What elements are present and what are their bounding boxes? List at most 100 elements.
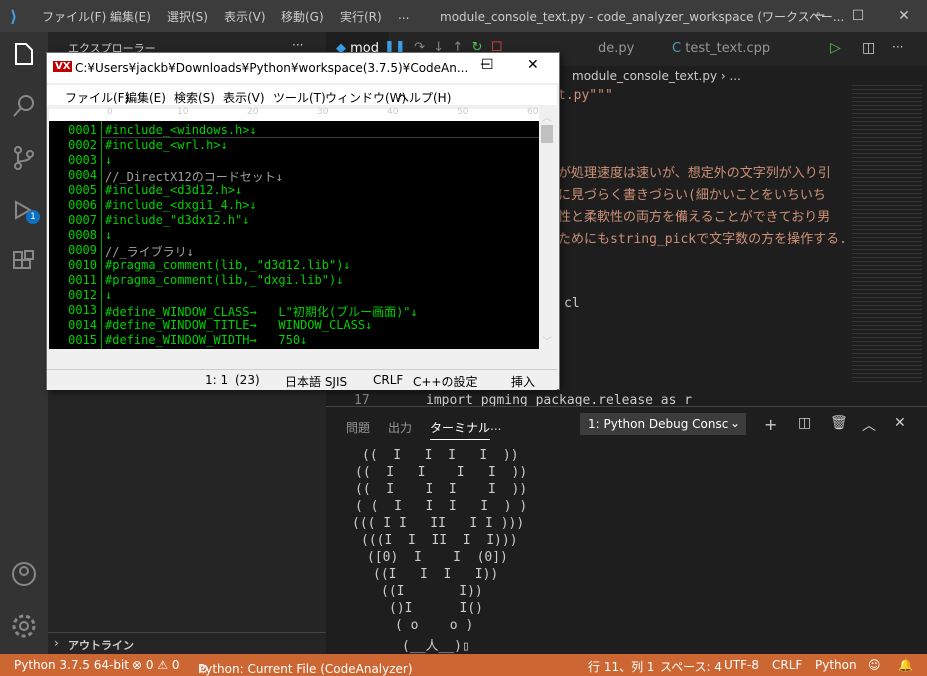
settings-gear-icon[interactable]	[10, 612, 38, 640]
editor-more-icon[interactable]: ···	[892, 40, 903, 54]
vertical-scrollbar[interactable]: ︿ ﹀	[539, 109, 555, 349]
outline-label: アウトライン	[68, 639, 134, 652]
ruler-label: 0	[107, 107, 113, 117]
kill-terminal-icon[interactable]: 🗑	[830, 415, 848, 431]
line-number: 0002	[68, 138, 97, 152]
line-number: 0005	[68, 183, 97, 197]
tab-problems[interactable]: 問題	[346, 419, 370, 436]
terminal-select[interactable]: 1: Python Debug Consc ⌄	[580, 413, 746, 435]
console-restore-icon[interactable]: ☐	[481, 57, 494, 73]
terminal-line: (( I I I I ))	[355, 465, 528, 480]
terminal-line: ()I I()	[389, 601, 483, 616]
terminal-line: ( o o )	[395, 618, 474, 633]
app-logo-icon: VX	[53, 61, 73, 72]
chevron-down-icon: ⌄	[730, 416, 741, 430]
chevron-right-icon: ›	[54, 636, 59, 650]
editor-line: 性と柔軟性の両方を備えることができており男	[558, 210, 831, 225]
split-terminal-icon[interactable]: ◫	[798, 415, 811, 431]
console-editor-window[interactable]: VX C:¥Users¥jackb¥Downloads¥Python¥works…	[46, 52, 560, 390]
status-language[interactable]: Python	[815, 658, 857, 672]
status-encoding[interactable]: UTF-8	[724, 658, 759, 672]
line-number: 0010	[68, 258, 97, 272]
menu-more[interactable]: ...	[398, 8, 409, 22]
console-menu-window[interactable]: ウィンドウ(W)	[325, 89, 406, 106]
console-menu-help[interactable]: ヘルプ(H)	[397, 89, 451, 106]
new-terminal-icon[interactable]: +	[764, 415, 777, 434]
status-spaces[interactable]: スペース: 4	[660, 658, 722, 675]
activity-bar: 1	[0, 32, 48, 654]
console-text-area[interactable]: 0001 0002 0003 0004 0005 0006 0007 0008 …	[49, 121, 539, 349]
menu-edit[interactable]: 編集(E)	[110, 8, 151, 25]
console-menu-file[interactable]: ファイル(F)	[65, 89, 129, 106]
ruler-label: 30	[317, 107, 329, 117]
status-python-version[interactable]: Python 3.7.5 64-bit	[14, 658, 129, 672]
menu-file[interactable]: ファイル(F)	[42, 8, 106, 25]
status-bar: Python 3.7.5 64-bit ⊗ 0 ⚠ 0 ⚙ Python: Cu…	[0, 654, 927, 676]
ruler-label: 50	[457, 107, 469, 117]
status-eol[interactable]: CRLF	[772, 658, 802, 672]
vscode-titlebar: ⟩ ファイル(F) 編集(E) 選択(S) 表示(V) 移動(G) 実行(R) …	[0, 0, 927, 32]
console-close-icon[interactable]: ✕	[527, 57, 539, 73]
editor-line: が処理速度は速いが、想定外の文字列が入り引	[558, 166, 831, 181]
menu-view[interactable]: 表示(V)	[224, 8, 266, 25]
console-status-bar: 1: 1 (23) 日本語 SJIS CRLF C++の設定 挿入	[47, 369, 557, 390]
terminal-line: (((I I II I I)))	[361, 533, 518, 548]
console-status-mode: 挿入	[511, 375, 536, 389]
status-problems[interactable]: ⊗ 0 ⚠ 0	[132, 658, 180, 672]
console-menu-search[interactable]: 検索(S)	[174, 89, 215, 106]
console-menu-bar: ファイル(F) 編集(E) 検索(S) 表示(V) ツール(T) ウィンドウ(W…	[47, 85, 557, 105]
maximize-icon[interactable]: ☐	[848, 6, 868, 26]
tab-de-py[interactable]: de.py	[588, 32, 644, 66]
console-menu-edit[interactable]: 編集(E)	[125, 89, 166, 106]
scroll-down-icon[interactable]: ﹀	[542, 333, 552, 348]
run-file-icon[interactable]: ▷	[830, 40, 841, 56]
ruler-label: 20	[247, 107, 259, 117]
notifications-bell-icon[interactable]: 🔔	[898, 658, 913, 672]
console-status-eol: CRLF	[373, 373, 404, 387]
console-window-title: C:¥Users¥jackb¥Downloads¥Python¥workspac…	[75, 61, 469, 75]
maximize-panel-icon[interactable]: ︿	[862, 415, 876, 435]
console-window-titlebar[interactable]: VX C:¥Users¥jackb¥Downloads¥Python¥works…	[47, 53, 559, 83]
terminal-line: ([0) I I (0])	[367, 550, 508, 565]
account-icon[interactable]	[10, 560, 38, 588]
scroll-up-icon[interactable]: ︿	[542, 109, 552, 124]
scroll-thumb[interactable]	[541, 125, 553, 143]
code-line: ↓	[105, 288, 113, 302]
breadcrumb[interactable]: module_console_text.py › ...	[572, 69, 741, 83]
menu-go[interactable]: 移動(G)	[281, 8, 324, 25]
close-icon[interactable]: ✕	[894, 6, 914, 26]
terminal-line: (( I I I I ))	[362, 448, 519, 463]
editor-text-cl: cl	[564, 296, 580, 311]
explorer-icon[interactable]	[10, 40, 38, 68]
code-line: #pragma_comment(lib,_"dxgi.lib")↓	[105, 273, 344, 287]
editor-line: ためにもstring_pickで文字数の方を操作する.	[558, 232, 846, 247]
extensions-icon[interactable]	[10, 248, 38, 276]
status-cursor-position[interactable]: 行 11、列 1	[588, 658, 655, 675]
menu-selection[interactable]: 選択(S)	[167, 8, 208, 25]
close-panel-icon[interactable]: ✕	[894, 415, 906, 431]
console-menu-tools[interactable]: ツール(T)	[273, 89, 326, 106]
minimize-icon[interactable]: ─	[810, 6, 830, 26]
panel-more-icon[interactable]: ...	[490, 419, 501, 433]
line-number: 0014	[68, 318, 97, 332]
tab-test-text-cpp[interactable]: C test_text.cpp	[662, 32, 780, 66]
search-icon[interactable]	[10, 92, 38, 120]
ruler-label: 60	[527, 107, 539, 117]
feedback-icon[interactable]: ☺	[868, 658, 881, 672]
split-editor-icon[interactable]: ◫	[862, 40, 875, 56]
line-number: 0012	[68, 288, 97, 302]
cpp-file-icon: C	[672, 41, 686, 56]
debug-badge: 1	[26, 210, 40, 224]
outline-section[interactable]: › アウトライン	[48, 632, 326, 655]
source-control-icon[interactable]	[10, 144, 38, 172]
code-line: #include_"d3dx12.h"↓	[105, 213, 250, 227]
minimap[interactable]	[852, 82, 922, 382]
tab-output[interactable]: 出力	[388, 419, 412, 436]
tab-terminal[interactable]: ターミナル	[430, 419, 491, 440]
line-number: 0015	[68, 333, 97, 347]
code-line: #define_WINDOW_WIDTH→ 750↓	[105, 333, 308, 347]
sidebar-more-icon[interactable]: ···	[292, 38, 303, 52]
console-menu-view[interactable]: 表示(V)	[223, 89, 265, 106]
window-title: module_console_text.py - code_analyzer_w…	[440, 10, 845, 24]
menu-run[interactable]: 実行(R)	[340, 8, 382, 25]
